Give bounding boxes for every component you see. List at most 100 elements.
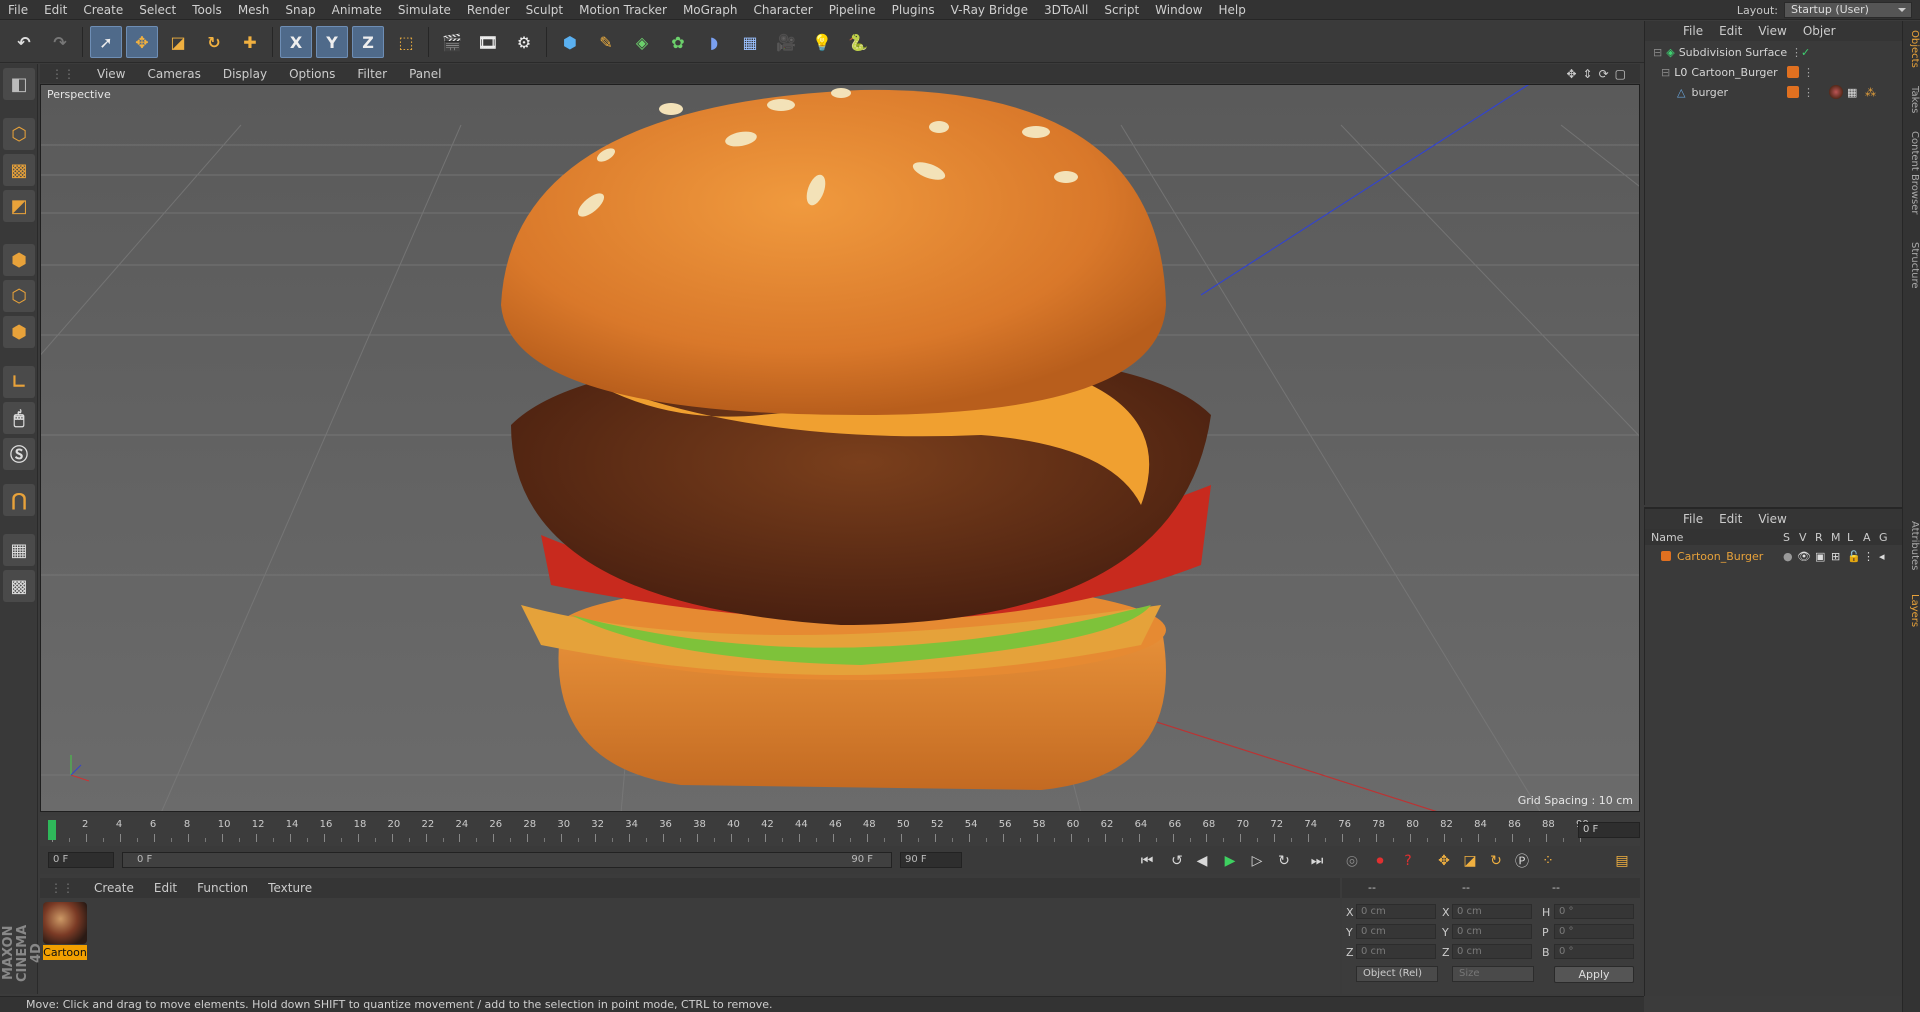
- pen-icon[interactable]: ✎: [590, 26, 622, 58]
- visible-toggle-icon[interactable]: 👁: [1797, 550, 1811, 563]
- rotate-icon[interactable]: ↻: [198, 26, 230, 58]
- texture-mode-icon[interactable]: ▩: [3, 154, 35, 186]
- rot-h-field[interactable]: 0 °: [1554, 904, 1634, 919]
- expand-icon[interactable]: ⊟: [1653, 46, 1662, 59]
- object-menu-edit[interactable]: Edit: [1711, 24, 1750, 38]
- menu-sculpt[interactable]: Sculpt: [518, 3, 571, 17]
- menu-motion-tracker[interactable]: Motion Tracker: [571, 3, 675, 17]
- move-icon[interactable]: ✥: [126, 26, 158, 58]
- visibility-dots-icon[interactable]: ⋮: [1803, 86, 1814, 99]
- object-row-subdivision-surface[interactable]: ⊟ ◈ Subdivision Surface ⋮ ✓: [1645, 43, 1903, 61]
- layer-menu-edit[interactable]: Edit: [1711, 512, 1750, 526]
- tab-structure[interactable]: Structure: [1904, 235, 1920, 295]
- enabled-check-icon[interactable]: ✓: [1801, 46, 1810, 59]
- z-axis-icon[interactable]: Z: [352, 26, 384, 58]
- menu-select[interactable]: Select: [131, 3, 184, 17]
- size-x-field[interactable]: 0 cm: [1452, 904, 1532, 919]
- menu-character[interactable]: Character: [745, 3, 820, 17]
- menu-help[interactable]: Help: [1210, 3, 1253, 17]
- tab-takes[interactable]: Takes: [1904, 83, 1920, 117]
- play-icon[interactable]: ▶: [1218, 850, 1242, 872]
- go-to-start-icon[interactable]: ⏮: [1135, 850, 1159, 872]
- menu-3dtoall[interactable]: 3DToAll: [1036, 3, 1096, 17]
- next-frame-icon[interactable]: ▷: [1245, 850, 1269, 872]
- object-menu-objects[interactable]: Objer: [1795, 24, 1844, 38]
- key-rotation-icon[interactable]: ↻: [1484, 850, 1508, 872]
- apply-button[interactable]: Apply: [1554, 966, 1634, 983]
- size-z-field[interactable]: 0 cm: [1452, 944, 1532, 959]
- dolly-icon[interactable]: ⇕: [1583, 67, 1593, 81]
- y-axis-icon[interactable]: Y: [316, 26, 348, 58]
- tweak-mode-icon[interactable]: 🖱: [3, 402, 35, 434]
- previous-key-icon[interactable]: ↺: [1165, 850, 1189, 872]
- subdivision-icon[interactable]: ◈: [626, 26, 658, 58]
- edit-render-settings-icon[interactable]: ⚙: [508, 26, 540, 58]
- snap-magnet-icon[interactable]: ⋂: [3, 484, 35, 516]
- model-mode-icon[interactable]: ◧: [3, 68, 35, 100]
- record-icon[interactable]: ⏺: [1368, 850, 1392, 872]
- deformer-icon[interactable]: ◗: [698, 26, 730, 58]
- phong-tag-icon[interactable]: ⁂: [1865, 86, 1876, 99]
- render-toggle-icon[interactable]: ▣: [1815, 550, 1825, 563]
- key-position-icon[interactable]: ✥: [1432, 850, 1456, 872]
- timeline-window-icon[interactable]: ▤: [1610, 850, 1634, 872]
- go-to-end-icon[interactable]: ⏭: [1305, 850, 1329, 872]
- coordinate-system-icon[interactable]: ⬚: [390, 26, 422, 58]
- material-menu-edit[interactable]: Edit: [144, 881, 187, 895]
- menu-edit[interactable]: Edit: [36, 3, 75, 17]
- layout-dropdown[interactable]: Startup (User): [1784, 2, 1912, 18]
- layer-color-swatch[interactable]: [1661, 551, 1671, 561]
- solo-icon[interactable]: Ⓢ: [3, 438, 35, 470]
- perspective-viewport[interactable]: Perspective Grid Spacing : 10 cm: [40, 84, 1640, 812]
- visibility-dots-icon[interactable]: ⋮: [1803, 66, 1814, 79]
- points-mode-icon[interactable]: ⬢: [3, 244, 35, 276]
- edges-mode-icon[interactable]: ⬡: [3, 280, 35, 312]
- menu-snap[interactable]: Snap: [277, 3, 323, 17]
- end-frame-field[interactable]: 90 F: [900, 852, 962, 868]
- menu-plugins[interactable]: Plugins: [884, 3, 943, 17]
- menu-render[interactable]: Render: [459, 3, 518, 17]
- menu-script[interactable]: Script: [1096, 3, 1147, 17]
- checker-tag-icon[interactable]: ▦: [1847, 86, 1857, 99]
- menu-mesh[interactable]: Mesh: [230, 3, 278, 17]
- render-picture-viewer-icon[interactable]: 🎞: [472, 26, 504, 58]
- polygons-mode-icon[interactable]: ⬢: [3, 316, 35, 348]
- material-menu-function[interactable]: Function: [187, 881, 258, 895]
- material-menu-texture[interactable]: Texture: [258, 881, 322, 895]
- undo-icon[interactable]: ↶: [8, 26, 40, 58]
- key-pla-icon[interactable]: ⁘: [1536, 850, 1560, 872]
- tab-attributes[interactable]: Attributes: [1904, 511, 1920, 581]
- animation-toggle-icon[interactable]: ⋮: [1863, 550, 1874, 563]
- maximize-icon[interactable]: ▢: [1615, 67, 1626, 81]
- viewport-menu-panel[interactable]: Panel: [398, 67, 452, 81]
- menu-simulate[interactable]: Simulate: [390, 3, 459, 17]
- object-mode-icon[interactable]: ⬡: [3, 118, 35, 150]
- tab-layers[interactable]: Layers: [1904, 591, 1920, 631]
- menu-create[interactable]: Create: [75, 3, 131, 17]
- menu-file[interactable]: File: [0, 3, 36, 17]
- start-frame-field[interactable]: 0 F: [48, 852, 114, 868]
- size-y-field[interactable]: 0 cm: [1452, 924, 1532, 939]
- menu-mograph[interactable]: MoGraph: [675, 3, 746, 17]
- lock-toggle-icon[interactable]: 🔓: [1847, 550, 1861, 563]
- viewport-menu-display[interactable]: Display: [212, 67, 278, 81]
- menu-pipeline[interactable]: Pipeline: [821, 3, 884, 17]
- cube-icon[interactable]: ⬢: [554, 26, 586, 58]
- camera-icon[interactable]: 🎥: [770, 26, 802, 58]
- viewport-menu-cameras[interactable]: Cameras: [136, 67, 211, 81]
- object-menu-file[interactable]: File: [1675, 24, 1711, 38]
- tab-objects[interactable]: Objects: [1904, 27, 1920, 71]
- pan-icon[interactable]: ✥: [1566, 67, 1576, 81]
- generator-toggle-icon[interactable]: ◂: [1879, 550, 1885, 563]
- python-icon[interactable]: 🐍: [842, 26, 874, 58]
- key-scale-icon[interactable]: ◪: [1458, 850, 1482, 872]
- pos-y-field[interactable]: 0 cm: [1356, 924, 1436, 939]
- workplane-lock-icon[interactable]: ▦: [3, 534, 35, 566]
- pos-z-field[interactable]: 0 cm: [1356, 944, 1436, 959]
- manager-toggle-icon[interactable]: ⊞: [1831, 550, 1840, 563]
- next-key-icon[interactable]: ↻: [1272, 850, 1296, 872]
- axis-mode-icon[interactable]: ∟: [3, 366, 35, 398]
- render-view-icon[interactable]: 🎬: [436, 26, 468, 58]
- coord-mode-dropdown[interactable]: Object (Rel): [1356, 966, 1438, 982]
- layer-menu-file[interactable]: File: [1675, 512, 1711, 526]
